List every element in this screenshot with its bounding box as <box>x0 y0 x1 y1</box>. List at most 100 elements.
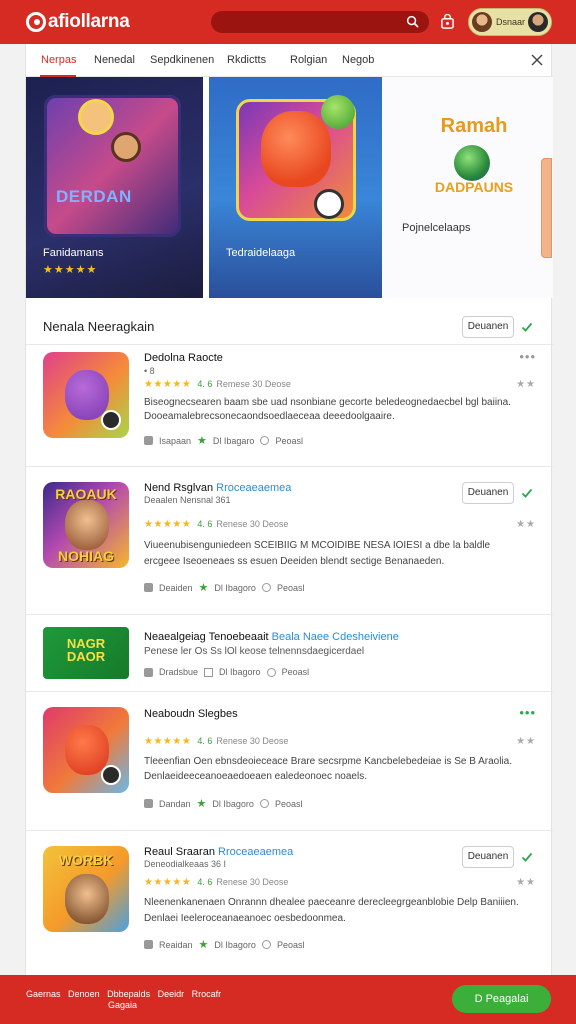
tag-icon <box>144 583 153 592</box>
game-badge-icon <box>101 765 121 785</box>
check-icon[interactable] <box>521 851 533 863</box>
footer-link[interactable]: Dbbepalds <box>107 989 150 999</box>
character-art <box>111 132 141 162</box>
meta-row: Deaiden ★ Dl Ibagoro Peoasl <box>144 581 304 594</box>
rating-detail: Renese 30 Deose <box>216 736 289 746</box>
close-icon[interactable] <box>531 54 543 66</box>
info-icon <box>260 436 270 445</box>
game-title[interactable]: Nend Rsglvan Rroceaeaemea <box>144 482 291 494</box>
star-rating: ★★★★★ <box>144 519 192 530</box>
game-description: Viueenubisenguniedeen SCEIBIIG M MCOIDIB… <box>144 540 491 551</box>
game-title-text: Reaul Sraaran <box>144 846 215 858</box>
footer-link[interactable]: Denoen <box>68 989 100 999</box>
more-options-icon[interactable]: ••• <box>519 705 536 720</box>
top-bar: afiollarna Dsnaar <box>0 0 576 44</box>
game-title-highlight: Rroceaeaemea <box>216 482 292 494</box>
rating-score: 4. 6 <box>197 519 213 529</box>
list-item[interactable]: Neaboudn Slegbes ••• ★★★★★ 4. 6 Renese 30 … <box>26 691 553 830</box>
meta-row: Isapaan ★ Dl Ibagaro Peoasl <box>144 434 303 447</box>
footer-link[interactable]: Rrocafr <box>192 989 222 999</box>
tab-negob[interactable]: Negob <box>342 54 374 66</box>
tab-nenedal[interactable]: Nenedal <box>94 54 135 66</box>
tag-icon <box>144 667 153 677</box>
item-action-button[interactable]: Deuanen <box>462 482 514 504</box>
game-description: Dooeamalebrecsonecaondsoedlaeceaa deeedo… <box>144 411 395 422</box>
tab-nerpas[interactable]: Nerpas <box>41 54 76 66</box>
tag-icon <box>144 799 153 808</box>
game-thumbnail <box>43 707 129 793</box>
character-art <box>78 99 114 135</box>
footer-link[interactable]: Gaernas <box>26 989 61 999</box>
game-thumbnail: WORBK <box>43 846 129 932</box>
bag-icon[interactable] <box>440 14 455 29</box>
mini-star-icon: ★★ <box>516 519 536 530</box>
game-title-text: Neaealgeiag Tenoebeaait <box>144 631 269 643</box>
check-icon[interactable] <box>521 321 533 333</box>
list-item[interactable]: WORBK Reaul Sraaran Rroceaeaemea Deneodi… <box>26 830 553 975</box>
tab-rkdictts[interactable]: Rkdictts <box>227 54 266 66</box>
character-art <box>65 370 109 420</box>
game-logo-title: Ramah <box>440 115 508 137</box>
tab-rolgian[interactable]: Rolgian <box>290 54 327 66</box>
user-name: Dsnaar <box>496 17 526 27</box>
primary-action-button[interactable]: D Peagalai <box>452 985 551 1013</box>
meta-label: Peoasl <box>281 667 310 677</box>
game-title[interactable]: Neaboudn Slegbes <box>144 708 238 720</box>
game-description: Penese ler Os Ss lOl keose telnennsdaegi… <box>144 644 522 659</box>
game-title-highlight: Beala Naee Cdesheiviene <box>271 631 399 643</box>
list-item[interactable]: RAOAUK NOHIAG Nend Rsglvan Rroceaeaemea … <box>26 466 553 614</box>
featured-card[interactable]: Ramah DADPAUNS Pojnelcelaaps <box>382 77 553 298</box>
tab-bar: Nerpas Nenedal Sepdkinenen Rkdictts Rolg… <box>26 44 553 77</box>
game-title[interactable]: Neaealgeiag Tenoebeaait Beala Naee Cdesh… <box>144 631 399 643</box>
side-scroll-handle[interactable] <box>541 158 552 258</box>
item-action-button[interactable]: Deuanen <box>462 846 514 868</box>
meta-label: Isapaan <box>159 435 192 446</box>
rating-detail: Remese 30 Deose <box>216 379 291 389</box>
artwork-title: DERDAN <box>56 187 132 206</box>
game-title[interactable]: Reaul Sraaran Rroceaeaemea <box>144 846 293 858</box>
section-action-button[interactable]: Deuanen <box>462 316 514 338</box>
game-badge-icon <box>101 410 121 430</box>
user-profile-button[interactable]: Dsnaar <box>468 8 552 36</box>
meta-row: Dandan ★ Dl Ibagoro Peoasl <box>144 797 302 810</box>
game-title[interactable]: Dedolna Raocte <box>144 352 223 364</box>
game-description: Nleenenkanenaen Onrannn dhealee paeceanr… <box>144 897 519 908</box>
footer-link[interactable]: Gagaia <box>108 1000 137 1010</box>
list-item[interactable]: Dedolna Raocte • 8 ★★★★★ 4. 6 Remese 30 De… <box>26 344 553 466</box>
artwork-title: WORBK <box>58 852 114 868</box>
mini-star-icon: ★★ <box>516 877 536 888</box>
list-item[interactable]: NAGR DAOR Neaealgeiag Tenoebeaait Beala … <box>26 614 553 691</box>
featured-caption: Pojnelcelaaps <box>402 222 471 234</box>
featured-card[interactable]: DERDAN Fanidamans ★★★★★ <box>26 77 203 298</box>
rating-score: 4. 6 <box>197 877 213 887</box>
main-panel: Nerpas Nenedal Sepdkinenen Rkdictts Rolg… <box>25 44 553 975</box>
more-options-icon[interactable]: ••• <box>519 349 536 364</box>
rating-score: 4. 6 <box>197 736 213 746</box>
globe-icon <box>454 145 490 181</box>
character-art <box>261 111 331 187</box>
logo[interactable]: afiollarna <box>26 11 130 33</box>
character-art <box>65 874 109 924</box>
check-icon[interactable] <box>521 487 533 499</box>
artwork-subtitle: NOHIAG <box>58 548 114 564</box>
character-art <box>65 725 109 775</box>
meta-label: Dl Ibagoro <box>212 798 254 809</box>
footer-link[interactable]: Deeidr <box>158 989 185 999</box>
artwork-title-line: DAOR <box>66 649 106 664</box>
featured-card[interactable]: Tedraidelaaga <box>209 77 382 298</box>
game-thumbnail <box>43 352 129 438</box>
star-rating: ★★★★★ <box>43 264 98 276</box>
star-icon: ★ <box>197 435 207 447</box>
game-description: Biseognecsearen baam sbe uad nsonbiane g… <box>144 397 511 408</box>
game-description: Denlaeideeceanoeaedoeaen ealedeonoec noa… <box>144 771 367 782</box>
search-icon[interactable] <box>406 15 419 28</box>
meta-label: Dradsbue <box>159 667 199 677</box>
search-bar[interactable] <box>211 11 429 33</box>
featured-caption: Tedraidelaaga <box>226 247 296 259</box>
game-badge-icon <box>314 189 344 219</box>
tab-sepdkinenen[interactable]: Sepdkinenen <box>150 54 214 66</box>
star-icon: ★ <box>198 582 209 594</box>
game-title-highlight: Rroceaeaemea <box>218 846 294 858</box>
rating-detail: Renese 30 Deose <box>216 877 289 887</box>
info-icon <box>266 667 276 677</box>
